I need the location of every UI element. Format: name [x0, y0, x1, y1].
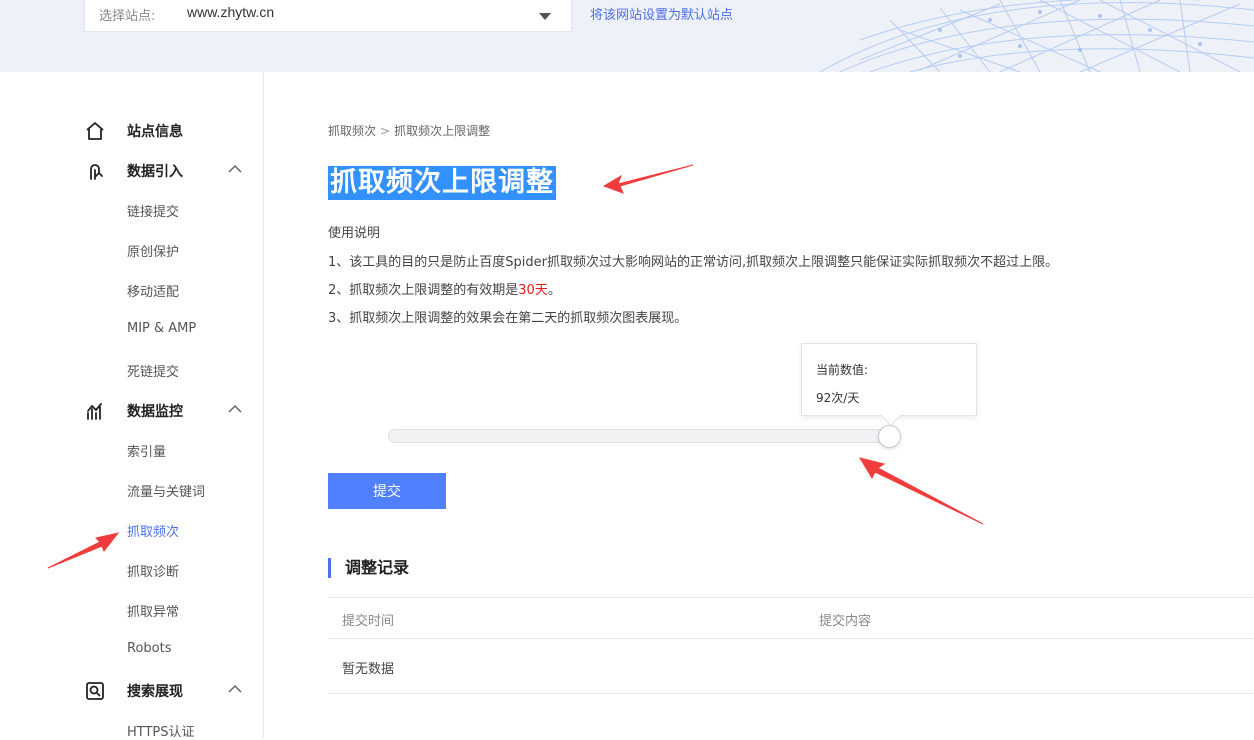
arrow-to-slider-icon [858, 457, 984, 525]
tooltip-label: 当前数值: [816, 363, 869, 377]
table-header: 提交时间 提交内容 [328, 597, 1254, 639]
tooltip-pointer [881, 406, 901, 426]
sidebar-item-https[interactable]: HTTPS认证 [127, 721, 195, 740]
sidebar-group-search-display[interactable]: 搜索展现 [84, 679, 248, 703]
site-select[interactable]: 选择站点: www.zhytw.cn [84, 0, 572, 32]
tooltip-value: 92次/天 [816, 391, 860, 405]
breadcrumb-separator: > [380, 124, 391, 138]
sidebar-item-dead-link[interactable]: 死链提交 [127, 361, 179, 380]
sidebar-group-label: 搜索展现 [127, 684, 183, 700]
data-import-icon [84, 160, 106, 182]
breadcrumb-link-crawl-frequency[interactable]: 抓取频次 [328, 124, 376, 138]
frequency-slider-track[interactable] [388, 429, 890, 443]
sidebar-item-mobile-adapt[interactable]: 移动适配 [127, 281, 179, 300]
chart-icon [84, 400, 106, 422]
set-default-link[interactable]: 将该网站设置为默认站点 [590, 4, 733, 23]
sidebar-item-index-volume[interactable]: 索引量 [127, 441, 166, 460]
network-sphere-decoration [819, 0, 1254, 72]
breadcrumb: 抓取频次 > 抓取频次上限调整 [328, 122, 490, 139]
usage-line-2: 2、抓取频次上限调整的有效期是30天。 [328, 279, 561, 298]
chevron-up-icon[interactable] [228, 404, 242, 414]
sidebar-item-link-submit[interactable]: 链接提交 [127, 201, 179, 220]
sidebar-item-traffic-keywords[interactable]: 流量与关键词 [127, 481, 205, 500]
breadcrumb-current: 抓取频次上限调整 [394, 124, 491, 138]
frequency-slider-handle[interactable] [878, 425, 901, 448]
slider-tooltip: 当前数值: 92次/天 [801, 343, 977, 426]
column-header-content: 提交内容 [819, 614, 872, 629]
usage-line-2-end: 。 [547, 283, 561, 298]
validity-days: 30天 [518, 283, 548, 298]
records-title: 调整记录 [328, 558, 409, 578]
records-table: 提交时间 提交内容 暂无数据 [328, 597, 1254, 694]
home-icon [84, 120, 106, 142]
column-header-time: 提交时间 [342, 614, 395, 629]
sidebar-item-crawl-diagnose[interactable]: 抓取诊断 [127, 561, 179, 580]
usage-title: 使用说明 [328, 226, 381, 241]
caret-down-icon[interactable] [539, 13, 551, 20]
page-title: 抓取频次上限调整 [328, 166, 556, 200]
sidebar-group-data-monitor[interactable]: 数据监控 [84, 399, 248, 423]
sidebar-item-mip-amp[interactable]: MIP & AMP [127, 321, 196, 336]
chevron-up-icon[interactable] [228, 684, 242, 694]
sidebar-group-label: 数据监控 [127, 404, 183, 420]
top-banner: 选择站点: www.zhytw.cn 将该网站设置为默认站点 [0, 0, 1254, 72]
site-select-value: www.zhytw.cn [187, 4, 275, 20]
sidebar-item-crawl-error[interactable]: 抓取异常 [127, 601, 179, 620]
search-display-icon [84, 680, 106, 702]
sidebar-item-original-protect[interactable]: 原创保护 [127, 241, 179, 260]
site-select-label: 选择站点: [99, 9, 156, 24]
sidebar-group-label: 站点信息 [127, 124, 183, 140]
sidebar-group-label: 数据引入 [127, 164, 183, 180]
table-row: 暂无数据 [328, 639, 1254, 694]
sidebar-group-site-info[interactable]: 站点信息 [84, 119, 248, 143]
sidebar-group-data-import[interactable]: 数据引入 [84, 159, 248, 183]
sidebar-item-robots[interactable]: Robots [127, 641, 171, 656]
arrow-to-title-icon [602, 164, 694, 194]
usage-line-2-text: 2、抓取频次上限调整的有效期是 [328, 283, 519, 298]
empty-message: 暂无数据 [342, 662, 395, 677]
sidebar-item-crawl-frequency[interactable]: 抓取频次 [127, 521, 179, 540]
usage-line-3: 3、抓取频次上限调整的效果会在第二天的抓取频次图表展现。 [328, 311, 688, 326]
chevron-up-icon[interactable] [228, 164, 242, 174]
submit-button[interactable]: 提交 [328, 473, 446, 509]
usage-line-1: 1、该工具的目的只是防止百度Spider抓取频次过大影响网站的正常访问,抓取频次… [328, 255, 1059, 270]
